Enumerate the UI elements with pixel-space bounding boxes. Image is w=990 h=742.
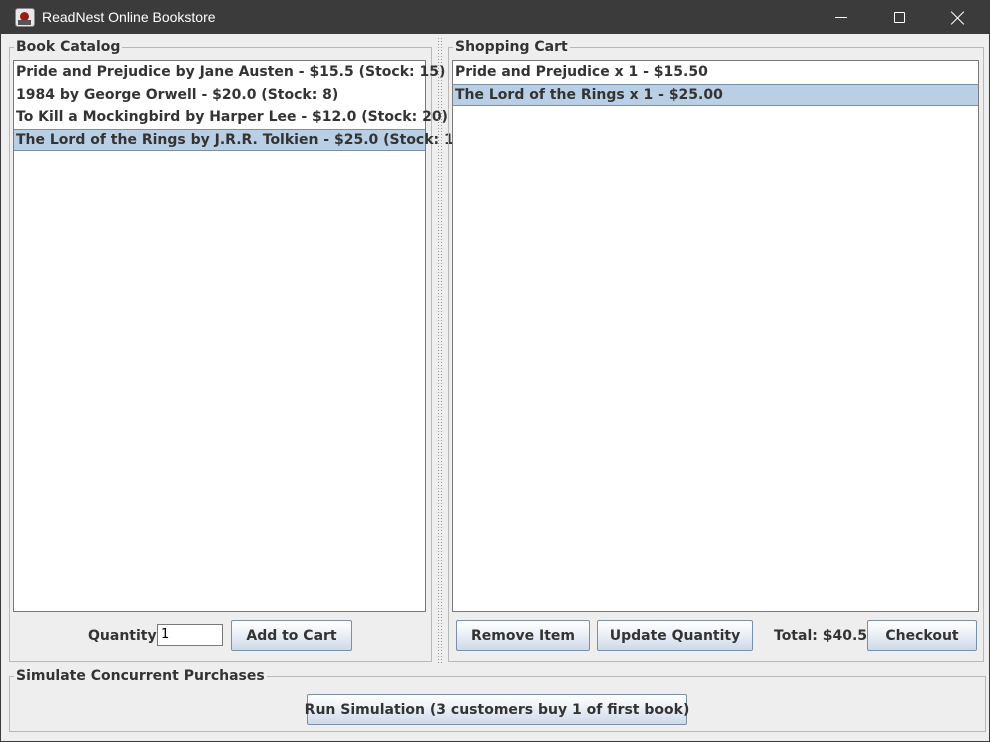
title-bar[interactable]: ReadNest Online Bookstore: [1, 1, 989, 34]
window-title: ReadNest Online Bookstore: [42, 9, 216, 25]
cart-total: Total: $40.50: [774, 628, 877, 644]
catalog-item[interactable]: Pride and Prejudice by Jane Austen - $15…: [14, 61, 445, 84]
quantity-label: Quantity:: [88, 628, 163, 644]
cart-item[interactable]: Pride and Prejudice x 1 - $15.50: [453, 61, 978, 84]
add-to-cart-button[interactable]: Add to Cart: [231, 620, 352, 651]
catalog-item[interactable]: To Kill a Mockingbird by Harper Lee - $1…: [14, 106, 448, 129]
remove-item-button[interactable]: Remove Item: [456, 620, 590, 651]
divider-grip: [438, 38, 439, 664]
checkout-button[interactable]: Checkout: [867, 620, 977, 651]
book-catalog-title: Book Catalog: [14, 39, 123, 55]
close-icon: [951, 11, 965, 25]
minimize-icon: [835, 17, 847, 18]
app-icon: [15, 8, 35, 27]
close-button[interactable]: [929, 1, 987, 34]
shopping-cart-list[interactable]: Pride and Prejudice x 1 - $15.50 The Lor…: [452, 60, 979, 612]
split-pane-divider[interactable]: [437, 38, 444, 664]
run-simulation-button[interactable]: Run Simulation (3 customers buy 1 of fir…: [305, 694, 689, 725]
maximize-button[interactable]: [870, 1, 928, 34]
book-catalog-list[interactable]: Pride and Prejudice by Jane Austen - $15…: [13, 60, 470, 612]
update-quantity-button[interactable]: Update Quantity: [597, 620, 753, 651]
shopping-cart-title: Shopping Cart: [453, 39, 570, 55]
minimize-button[interactable]: [812, 1, 870, 34]
maximize-icon: [893, 12, 905, 23]
cart-item-selected[interactable]: The Lord of the Rings x 1 - $25.00: [453, 83, 978, 106]
divider-grip: [441, 38, 442, 664]
catalog-item-selected[interactable]: The Lord of the Rings by J.R.R. Tolkien …: [14, 128, 470, 151]
shopping-cart-panel: Shopping Cart Pride and Prejudice x 1 - …: [448, 39, 984, 662]
catalog-item[interactable]: 1984 by George Orwell - $20.0 (Stock: 8): [14, 84, 425, 107]
book-catalog-panel: Book Catalog Pride and Prejudice by Jane…: [9, 39, 470, 662]
app-window: ReadNest Online Bookstore Book Catalog P…: [0, 0, 990, 742]
simulation-title: Simulate Concurrent Purchases: [14, 668, 267, 684]
quantity-input[interactable]: 1: [157, 624, 223, 646]
